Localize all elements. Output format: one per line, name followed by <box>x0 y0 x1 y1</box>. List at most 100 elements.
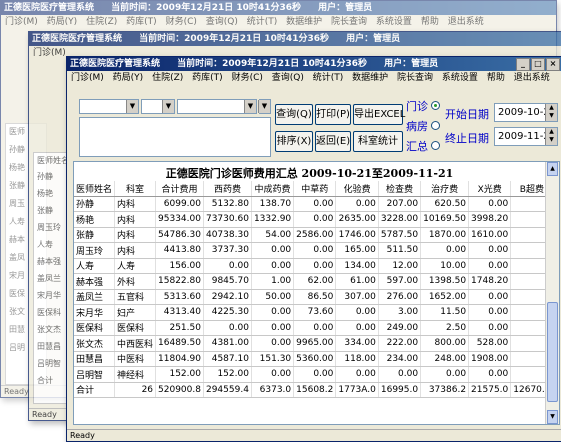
table-row[interactable]: 人寿 人寿 156.00 0.00 0.00 0.00 134.00 12.00 10.00 0.… <box>74 258 559 274</box>
cell-amount: 511.50 <box>378 242 422 259</box>
dept-stats-button[interactable]: 科室统计 <box>353 131 403 152</box>
table-row[interactable]: 田慧昌 中医科 11804.90 4587.10 151.30 5360.00 118.00… <box>74 351 559 367</box>
print-button[interactable]: 打印(P) <box>315 104 351 125</box>
scroll-thumb[interactable] <box>547 302 558 402</box>
menu-item-xitong[interactable]: 系统设置 <box>442 73 478 83</box>
menu-item-menzhen[interactable]: 门诊(M) <box>71 73 104 83</box>
back-button[interactable]: 返回(E) <box>315 131 351 152</box>
menu-item-bangzhu[interactable]: 帮助 <box>487 73 505 83</box>
menu-item-yuanzhang[interactable]: 院长查询 <box>397 73 433 83</box>
chevron-down-icon[interactable]: ▼ <box>126 100 138 113</box>
filter-combo-1[interactable]: ▼ <box>79 99 139 114</box>
table-row[interactable]: 张静 内科 54786.30 40738.30 54.00 2586.00 1746.00 5… <box>74 227 559 243</box>
back-row: 孙静 <box>9 145 25 154</box>
back-row: 吕明智 <box>37 359 61 368</box>
menu-item-caiwu[interactable]: 财务(C) <box>166 17 197 27</box>
window-controls: _ □ × <box>516 58 560 71</box>
table-row[interactable]: 盖凤兰 五官科 5313.60 2942.10 50.00 86.50 307.00 276.… <box>74 289 559 305</box>
spin-arrows-icon[interactable]: ▲ ▼ <box>545 128 557 145</box>
column-header[interactable]: 中成药费 <box>251 181 295 197</box>
cell-amount: 2.50 <box>420 320 470 336</box>
export-excel-button[interactable]: 导出EXCEL <box>353 104 405 125</box>
menu-item-shujuweihu[interactable]: 数据维护 <box>286 17 322 27</box>
column-header[interactable]: 合计费用 <box>155 181 204 197</box>
menu-item-yaoju[interactable]: 药局(Y) <box>113 73 144 83</box>
menu-item-zhuyuan[interactable]: 住院(Z) <box>86 17 117 27</box>
scroll-down-icon[interactable]: ▼ <box>547 410 558 424</box>
filter-combo-4[interactable]: ▼ <box>258 99 271 114</box>
menu-item-yaoku[interactable]: 药库(T) <box>126 17 157 27</box>
chevron-down-icon[interactable]: ▼ <box>258 100 270 113</box>
cell-amount: 21575.0 <box>468 382 512 398</box>
table-row[interactable]: 吕明智 神经科 152.00 152.00 0.00 0.00 0.00 0.00 0.00 0.… <box>74 366 559 383</box>
table-row[interactable]: 周玉玲 内科 4413.80 3737.30 0.00 0.00 165.00 511.50 0… <box>74 242 559 259</box>
column-header[interactable]: 检查费 <box>378 181 422 197</box>
menu-item-menzhen[interactable]: 门诊(M) <box>5 17 38 27</box>
cell-amount: 0.00 <box>335 320 379 336</box>
menu-item-tuichu[interactable]: 退出系统 <box>448 17 484 27</box>
menu-item-tuichu[interactable]: 退出系统 <box>514 73 550 83</box>
cell-amount: 800.00 <box>420 335 470 352</box>
menu-item-tongji[interactable]: 统计(T) <box>313 73 344 83</box>
menu-item-yaoju[interactable]: 药局(Y) <box>47 17 78 27</box>
menu-item-yaoku[interactable]: 药库(T) <box>192 73 223 83</box>
chevron-down-icon[interactable]: ▼ <box>162 100 174 113</box>
radio-huizong[interactable] <box>431 141 440 150</box>
column-header[interactable]: 化验费 <box>335 181 379 197</box>
cell-amount: 4381.00 <box>203 335 252 352</box>
table-row[interactable]: 赫本强 外科 15822.80 9845.70 1.00 62.00 61.00 597.00… <box>74 273 559 290</box>
table-row[interactable]: 医保科 医保科 251.50 0.00 0.00 0.00 0.00 249.00 2.50 0.… <box>74 320 559 336</box>
cell-amount: 165.00 <box>335 242 379 259</box>
cell-amount: 597.00 <box>378 273 422 290</box>
maximize-button[interactable]: □ <box>531 58 545 71</box>
end-date-picker[interactable]: 2009-11-21 ▲ ▼ <box>494 127 558 146</box>
menu-item-zhuyuan[interactable]: 住院(Z) <box>152 73 183 83</box>
cell-amount: 307.00 <box>335 289 379 305</box>
start-date-picker[interactable]: 2009-10-21 ▲ ▼ <box>494 103 558 122</box>
cell-amount: 0.00 <box>251 304 295 321</box>
cell-amount: 3737.30 <box>203 242 252 259</box>
cell-amount: 520900.8 <box>155 382 204 398</box>
table-row[interactable]: 宋月华 妇产 4313.40 4225.30 0.00 73.60 0.00 3.00 11.5… <box>74 304 559 321</box>
menu-item-chaxun[interactable]: 查询(Q) <box>272 73 304 83</box>
column-header[interactable]: 中草药 <box>293 181 337 197</box>
report-grid[interactable]: 正德医院门诊医师费用汇总 2009-10-21至2009-11-21 医师姓名科… <box>73 161 560 425</box>
radio-menzhen[interactable] <box>431 101 440 110</box>
table-row[interactable]: 孙静 内科 6099.00 5132.80 138.70 0.00 0.00 207.00 62… <box>74 196 559 212</box>
table-row[interactable]: 杨艳 内科 95334.00 73730.60 1332.90 0.00 2635.00 32… <box>74 211 559 228</box>
radio-bingfang[interactable] <box>431 121 440 130</box>
notes-textarea[interactable] <box>79 117 271 157</box>
column-header[interactable]: X光费 <box>468 181 512 197</box>
cell-amount: 334.00 <box>335 335 379 352</box>
menu-item-caiwu[interactable]: 财务(C) <box>232 73 263 83</box>
chevron-down-icon[interactable]: ▼ <box>244 100 256 113</box>
menu-item-yuanzhang[interactable]: 院长查询 <box>331 17 367 27</box>
table-row[interactable]: 张文杰 中西医科 16489.50 4381.00 0.00 9965.00 334.00 2… <box>74 335 559 352</box>
cell-amount: 138.70 <box>251 196 295 212</box>
menu-item-xitong[interactable]: 系统设置 <box>376 17 412 27</box>
cell-amount: 234.00 <box>378 351 422 367</box>
title-bar: 正德医院医疗管理系统 当前时间：2009年12月21日 10时41分36秒 用户… <box>29 32 561 46</box>
filter-combo-2[interactable]: ▼ <box>141 99 175 114</box>
menu-item-bangzhu[interactable]: 帮助 <box>421 17 439 27</box>
vertical-scrollbar[interactable]: ▲ ▼ <box>545 162 559 424</box>
cell-amount: 1870.00 <box>420 227 470 243</box>
scroll-up-icon[interactable]: ▲ <box>547 162 558 176</box>
filter-combo-3[interactable]: ▼ <box>177 99 257 114</box>
minimize-button[interactable]: _ <box>516 58 530 71</box>
menu-item-menzhen[interactable]: 门诊(M) <box>33 48 66 58</box>
column-header[interactable]: 治疗费 <box>420 181 470 197</box>
column-header[interactable]: 医师姓名 <box>74 181 116 197</box>
menu-item-chaxun[interactable]: 查询(Q) <box>206 17 238 27</box>
menu-item-tongji[interactable]: 统计(T) <box>247 17 278 27</box>
close-button[interactable]: × <box>546 58 560 71</box>
total-row[interactable]: 合计 26 520900.8 294559.4 6373.0 15608.2 1773A.0… <box>74 382 559 398</box>
query-button[interactable]: 查询(Q) <box>275 104 313 125</box>
spin-arrows-icon[interactable]: ▲ ▼ <box>545 104 557 121</box>
sort-button[interactable]: 排序(X) <box>275 131 313 152</box>
column-header[interactable]: 科室 <box>114 181 157 197</box>
menu-item-shujuweihu[interactable]: 数据维护 <box>352 73 388 83</box>
cell-department: 内科 <box>114 227 157 243</box>
column-header[interactable]: 西药费 <box>203 181 252 197</box>
user-label: 用户：管理员 <box>384 59 439 69</box>
